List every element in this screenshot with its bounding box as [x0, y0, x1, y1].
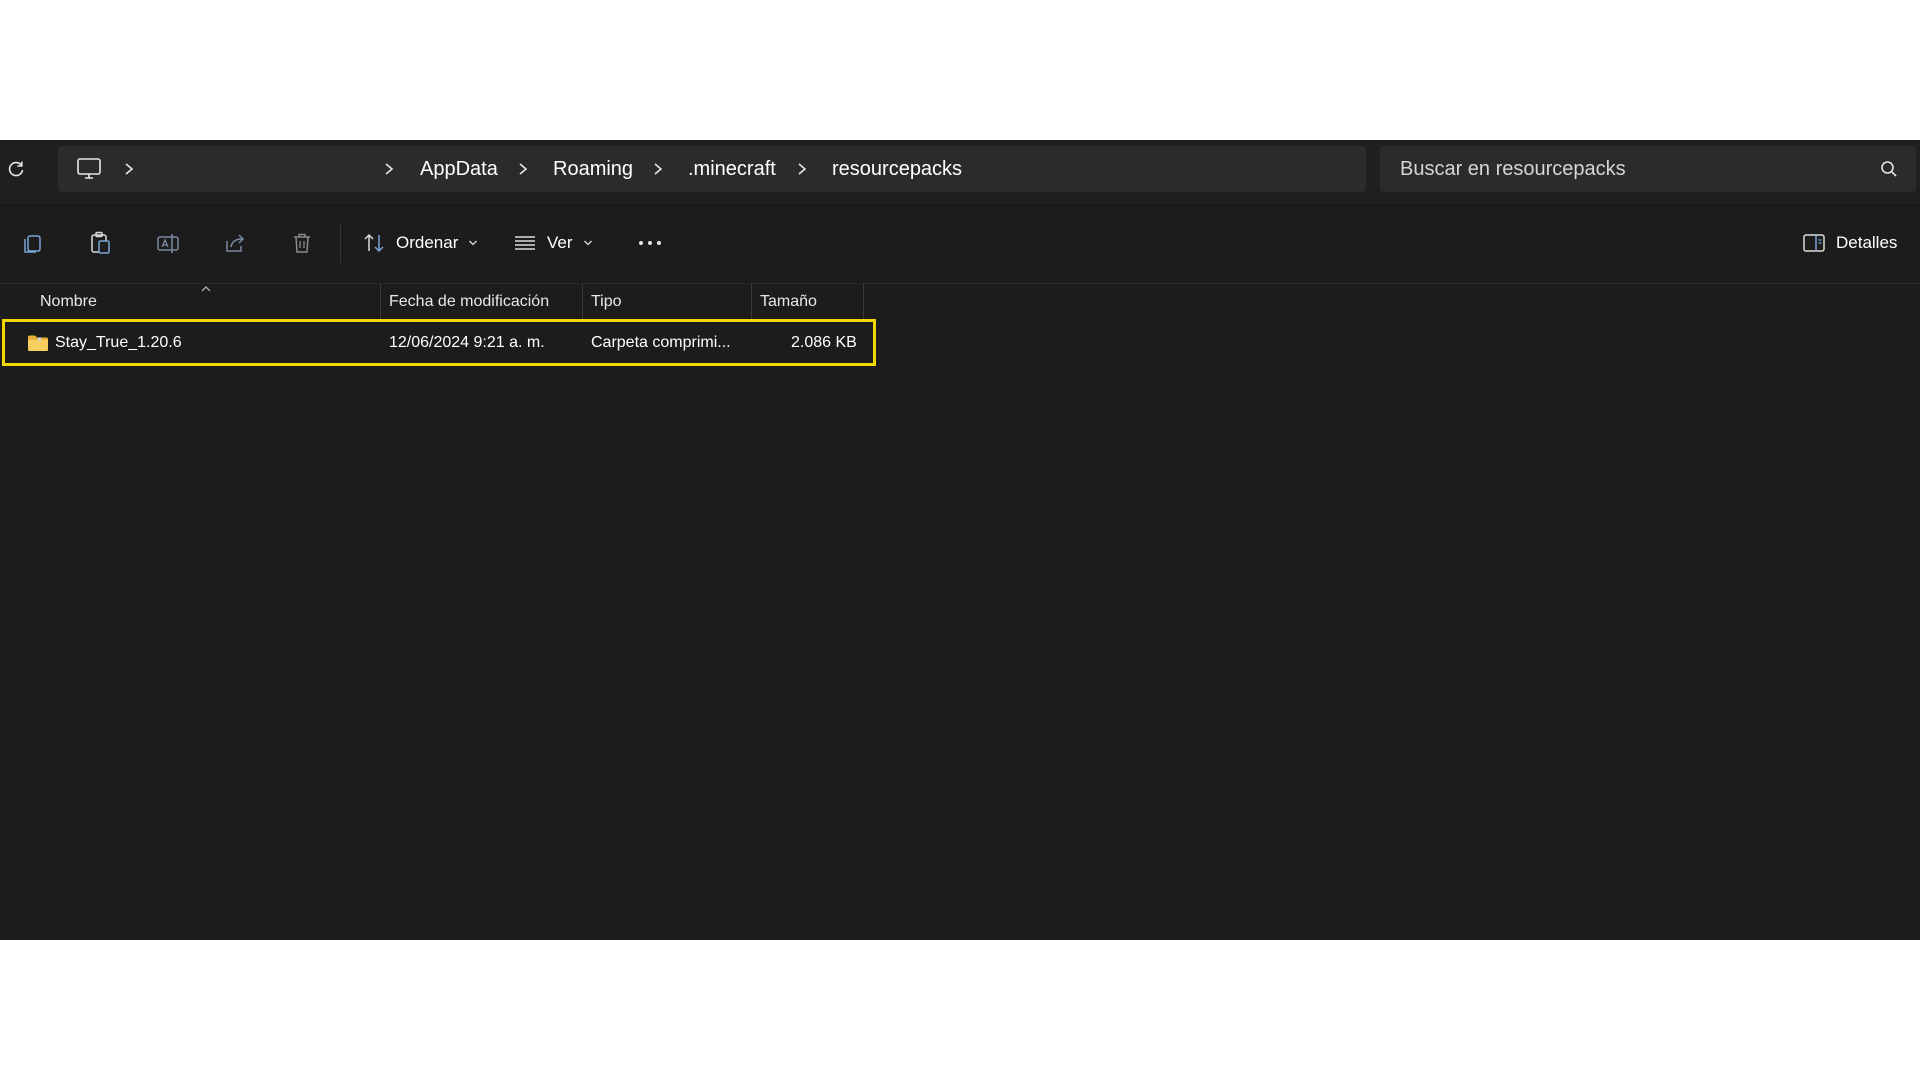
file-modified: 12/06/2024 9:21 a. m.	[389, 334, 545, 351]
sort-button[interactable]: Ordenar	[362, 223, 478, 263]
details-label: Detalles	[1836, 233, 1898, 252]
column-headers: Nombre Fecha de modificación Tipo Tamaño	[0, 284, 1920, 320]
search-input[interactable]: Buscar en resourcepacks	[1400, 157, 1626, 181]
toolbar-divider	[340, 223, 341, 263]
column-header-size[interactable]: Tamaño	[760, 284, 817, 320]
this-pc-icon[interactable]	[76, 157, 102, 181]
details-pane-icon	[1803, 234, 1825, 252]
chevron-down-icon	[583, 240, 592, 246]
chevron-right-icon[interactable]	[122, 159, 136, 179]
search-box[interactable]: Buscar en resourcepacks	[1380, 146, 1916, 192]
chevron-right-icon[interactable]	[516, 159, 530, 179]
breadcrumb-item-roaming[interactable]: Roaming	[553, 157, 633, 181]
column-header-type[interactable]: Tipo	[591, 284, 622, 320]
column-divider[interactable]	[751, 284, 752, 320]
chevron-right-icon[interactable]	[382, 159, 396, 179]
breadcrumb-item-resourcepacks[interactable]: resourcepacks	[832, 157, 962, 181]
file-name[interactable]: Stay_True_1.20.6	[55, 332, 182, 354]
details-pane-button[interactable]: Detalles	[1802, 223, 1897, 263]
search-icon[interactable]	[1880, 160, 1898, 178]
sort-icon	[364, 233, 384, 253]
file-type: Carpeta comprimi...	[591, 334, 731, 351]
view-label: Ver	[547, 233, 573, 252]
share-icon[interactable]	[221, 229, 249, 257]
sort-ascending-icon	[201, 286, 211, 292]
delete-icon[interactable]	[288, 229, 316, 257]
sort-label: Ordenar	[396, 233, 459, 252]
copy-icon[interactable]	[19, 229, 47, 257]
refresh-icon	[8, 161, 24, 177]
file-row[interactable]: Stay_True_1.20.6 12/06/2024 9:21 a. m. C…	[2, 319, 876, 366]
breadcrumb[interactable]: AppData Roaming .minecraft resourcepacks	[58, 146, 1366, 192]
chevron-right-icon[interactable]	[795, 159, 809, 179]
file-explorer-window: AppData Roaming .minecraft resourcepacks…	[0, 140, 1920, 940]
column-divider[interactable]	[863, 284, 864, 320]
column-header-name[interactable]: Nombre	[40, 284, 97, 320]
file-size: 2.086 KB	[791, 334, 857, 351]
address-row: AppData Roaming .minecraft resourcepacks…	[0, 140, 1920, 200]
breadcrumb-item-appdata[interactable]: AppData	[420, 157, 498, 181]
command-bar: Ordenar Ver Detalles	[0, 202, 1920, 284]
column-divider[interactable]	[582, 284, 583, 320]
refresh-button[interactable]	[2, 155, 30, 183]
more-options-button[interactable]	[636, 223, 664, 263]
chevron-down-icon	[469, 240, 478, 246]
rename-icon[interactable]	[154, 229, 182, 257]
column-header-modified[interactable]: Fecha de modificación	[389, 284, 549, 320]
paste-icon[interactable]	[86, 229, 114, 257]
more-icon	[639, 241, 661, 245]
column-divider[interactable]	[380, 284, 381, 320]
zip-folder-icon	[28, 335, 48, 351]
view-button[interactable]: Ver	[513, 223, 593, 263]
view-list-icon	[515, 236, 535, 250]
breadcrumb-item-minecraft[interactable]: .minecraft	[688, 157, 776, 181]
chevron-right-icon[interactable]	[651, 159, 665, 179]
